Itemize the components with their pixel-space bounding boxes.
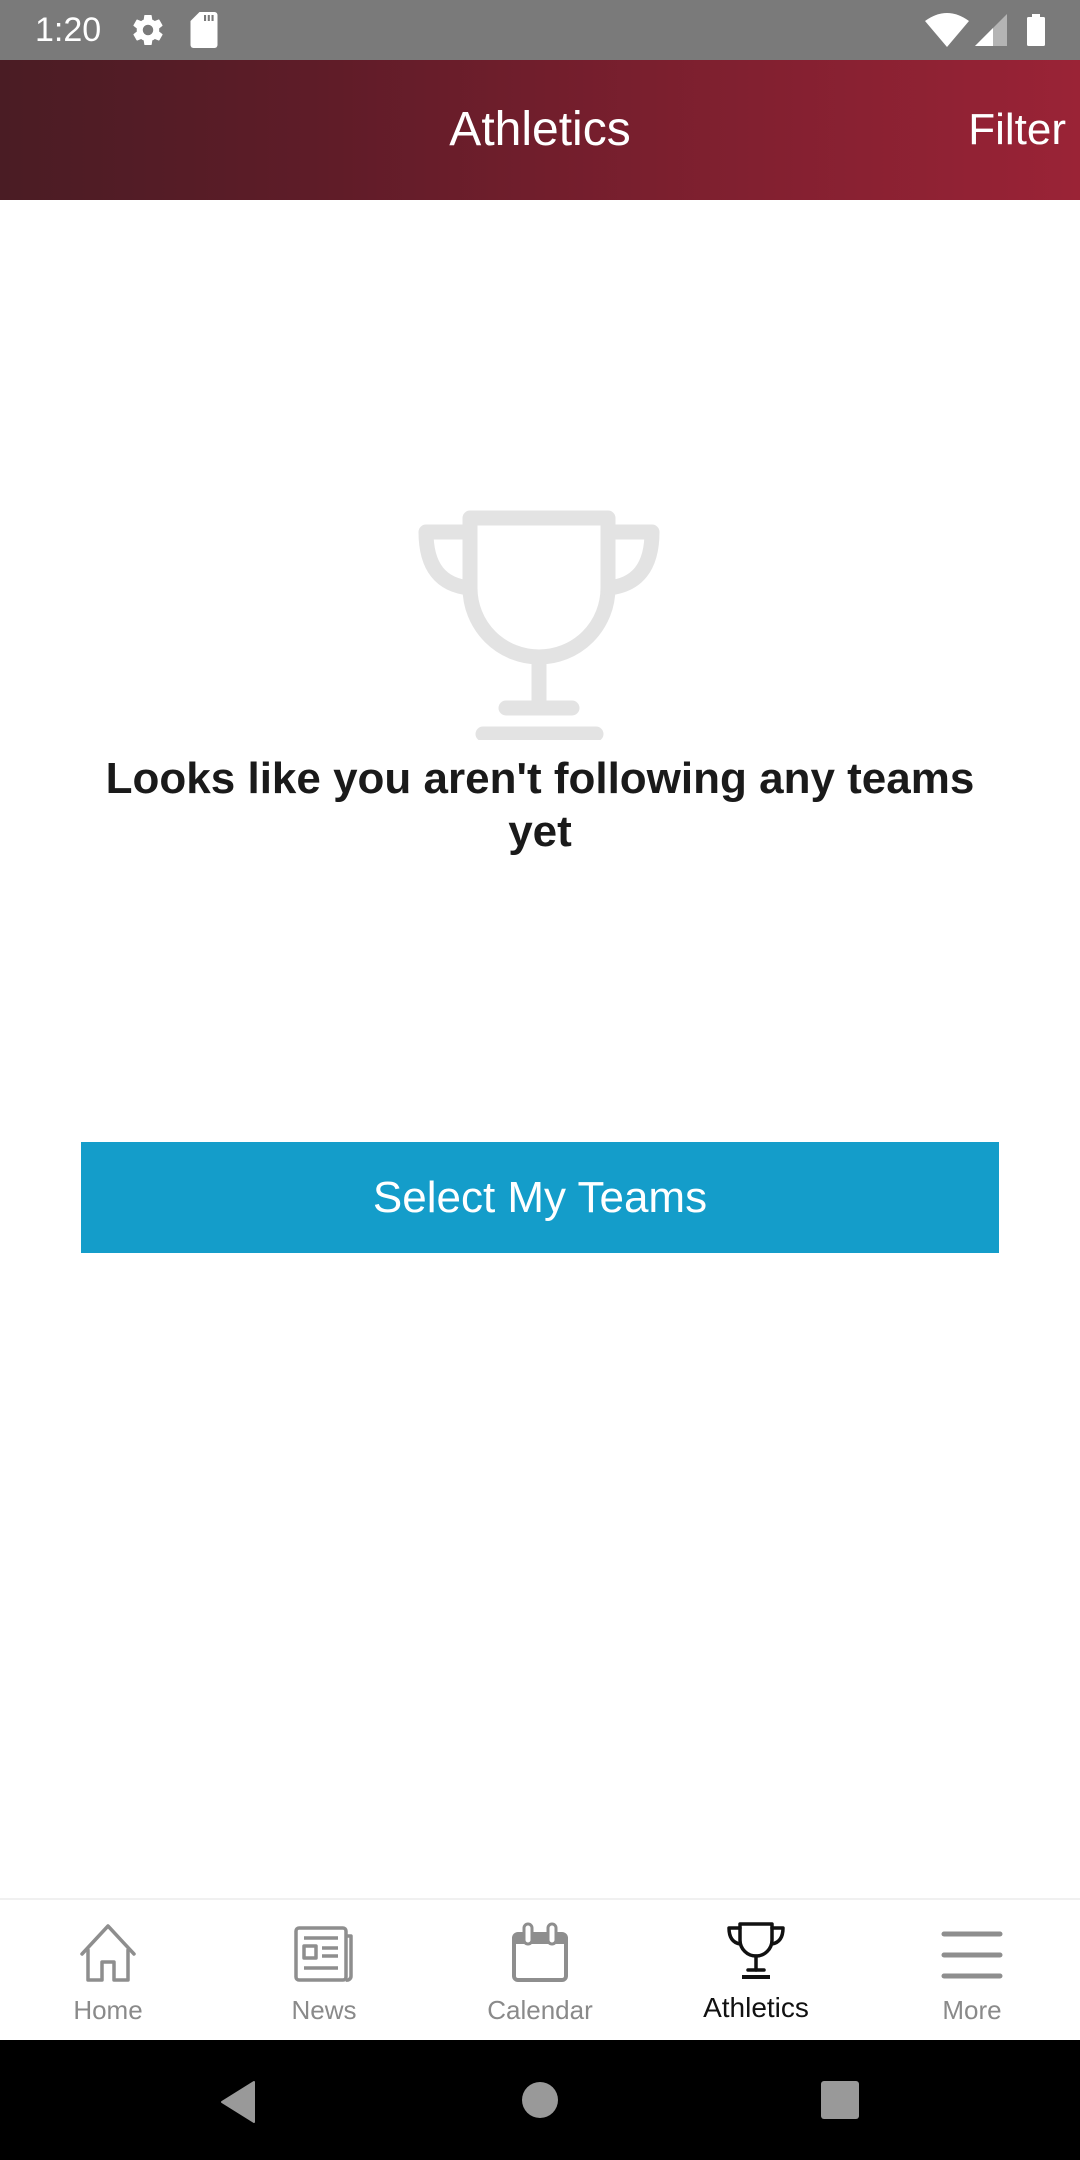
trophy-icon	[727, 1922, 785, 1979]
recents-icon[interactable]	[820, 2080, 860, 2120]
empty-state-message: Looks like you aren't following any team…	[105, 754, 975, 856]
gear-icon	[133, 15, 163, 46]
nav-label-calendar: Calendar	[487, 1995, 593, 2025]
newspaper-icon	[294, 1926, 353, 1982]
trophy-icon	[418, 510, 660, 740]
status-time: 1:20	[35, 11, 102, 49]
bottom-nav: Home News Calendar Athletics More	[0, 1898, 1080, 2040]
back-icon[interactable]	[218, 2080, 258, 2124]
nav-item-calendar[interactable]: Calendar	[432, 1900, 648, 2040]
sd-card-icon	[190, 12, 218, 48]
nav-item-home[interactable]: Home	[0, 1900, 216, 2040]
nav-item-athletics[interactable]: Athletics	[648, 1900, 864, 2040]
menu-icon	[941, 1931, 1003, 1979]
home-button-icon[interactable]	[521, 2081, 559, 2119]
select-my-teams-button[interactable]: Select My Teams	[81, 1142, 999, 1253]
page-title: Athletics	[449, 103, 631, 156]
nav-label-home: Home	[73, 1995, 143, 2025]
nav-item-news[interactable]: News	[216, 1900, 432, 2040]
nav-label-athletics: Athletics	[703, 1992, 809, 2023]
nav-item-more[interactable]: More	[864, 1900, 1080, 2040]
battery-icon	[1027, 14, 1045, 46]
cell-signal-icon	[975, 14, 1007, 46]
calendar-icon	[512, 1922, 568, 1982]
wifi-icon	[925, 13, 969, 47]
status-bar: 1:20	[0, 0, 1080, 60]
app-header: Athletics Filter	[0, 60, 1080, 200]
home-icon	[80, 1924, 136, 1982]
nav-label-more: More	[942, 1995, 1002, 2025]
nav-label-news: News	[291, 1995, 357, 2025]
filter-button[interactable]: Filter	[968, 102, 1066, 158]
system-nav-bar	[0, 2040, 1080, 2160]
